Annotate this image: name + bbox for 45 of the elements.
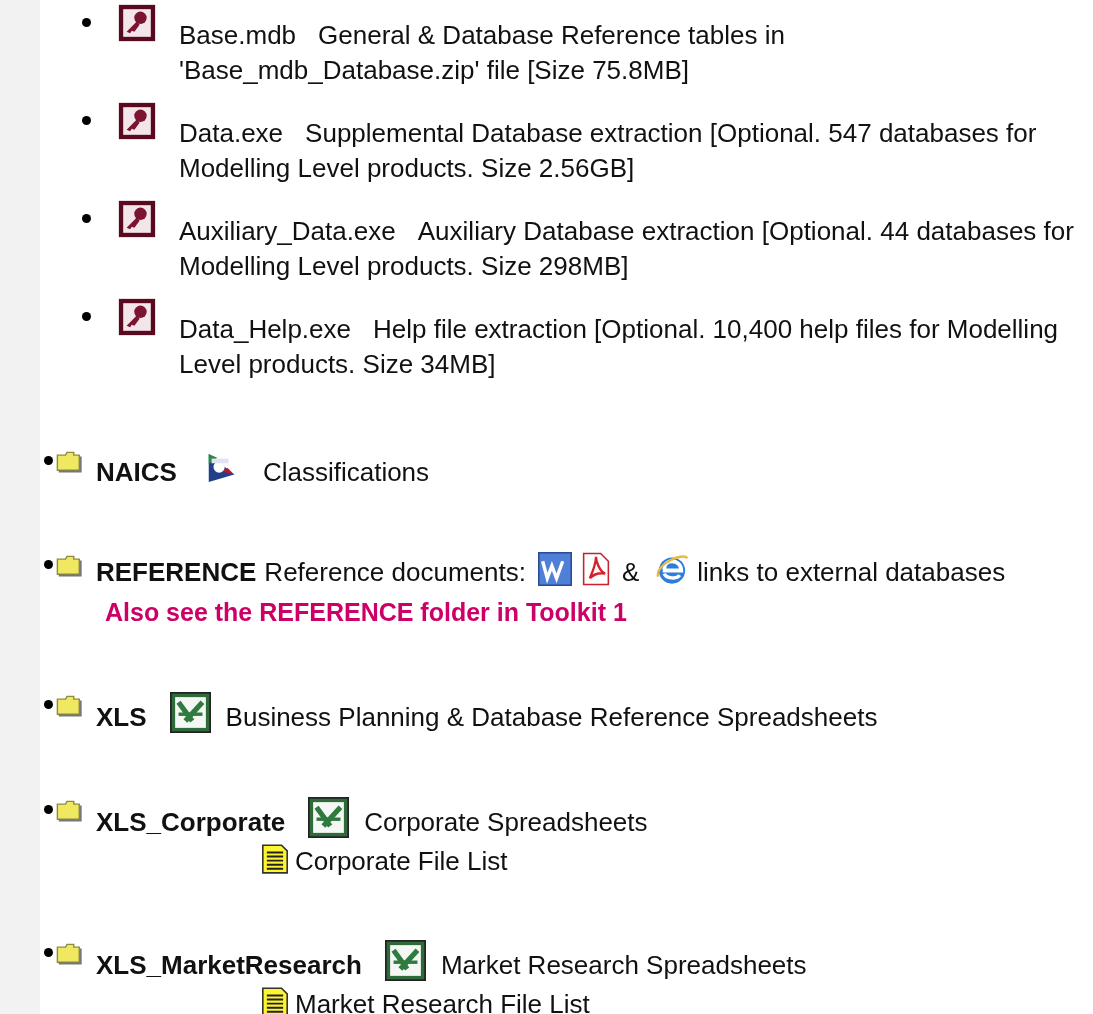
- file-description: Data.exe Supplemental Database extraction [Optional. 547 databases for Modelling Level products. Size 2.56GB]: [179, 117, 1038, 185]
- key-icon[interactable]: [118, 4, 156, 42]
- folder-name[interactable]: XLS_MarketResearch: [96, 945, 362, 985]
- folder-description: Business Planning & Database Reference Spreadsheets: [225, 701, 878, 734]
- file-list-link[interactable]: Corporate File List: [295, 842, 508, 880]
- spreadsheet-icon[interactable]: [384, 940, 426, 981]
- folder-name[interactable]: XLS: [96, 697, 147, 737]
- folder-icon[interactable]: [56, 694, 82, 718]
- bullet-icon: [44, 948, 53, 957]
- browser-icon[interactable]: [655, 552, 690, 586]
- folder-description: Classifications: [262, 456, 430, 489]
- spreadsheet-icon[interactable]: [169, 692, 211, 733]
- folder-icon[interactable]: [56, 450, 82, 474]
- folder-description: Reference documents:: [264, 556, 526, 589]
- bullet-icon: [82, 18, 91, 27]
- folder-name[interactable]: REFERENCE: [96, 552, 257, 592]
- pdf-icon[interactable]: [581, 552, 610, 586]
- folder-description: Market Research Spreadsheets: [440, 949, 807, 982]
- bullet-icon: [44, 700, 53, 709]
- folder-description: links to external databases: [697, 556, 1006, 589]
- bullet-icon: [82, 116, 91, 125]
- folder-note: Also see the REFERENCE folder in Toolkit 1: [105, 597, 628, 628]
- key-icon[interactable]: [118, 102, 156, 140]
- folder-name[interactable]: XLS_Corporate: [96, 802, 286, 842]
- spreadsheet-icon[interactable]: [308, 797, 350, 838]
- file-description: Data_Help.exe Help file extraction [Optional. 10,400 help files for Modelling Level products. Size 34MB]: [179, 313, 1060, 381]
- text-file-icon[interactable]: [262, 844, 288, 874]
- text-file-icon[interactable]: [262, 987, 288, 1014]
- key-icon[interactable]: [118, 200, 156, 238]
- file-list-link[interactable]: Market Research File List: [295, 985, 590, 1014]
- bullet-icon: [82, 214, 91, 223]
- folder-icon[interactable]: [56, 554, 82, 578]
- folder-description: Corporate Spreadsheets: [364, 806, 648, 839]
- key-icon[interactable]: [118, 298, 156, 336]
- bullet-icon: [44, 560, 53, 569]
- word-document-icon[interactable]: [537, 552, 572, 586]
- folder-icon[interactable]: [56, 942, 82, 966]
- bullet-icon: [82, 312, 91, 321]
- file-description: Base.mdb General & Database Reference tables in 'Base_mdb_Database.zip' file [Size 75.8MB]: [179, 19, 786, 87]
- folder-description: &: [621, 556, 640, 589]
- bullet-icon: [44, 456, 53, 465]
- folder-icon[interactable]: [56, 799, 82, 823]
- file-description: Auxiliary_Data.exe Auxiliary Database extraction [Optional. 44 databases for Modelling Level products. Size 298MB]: [179, 215, 1075, 283]
- folder-name[interactable]: NAICS: [96, 452, 177, 492]
- bullet-icon: [44, 805, 53, 814]
